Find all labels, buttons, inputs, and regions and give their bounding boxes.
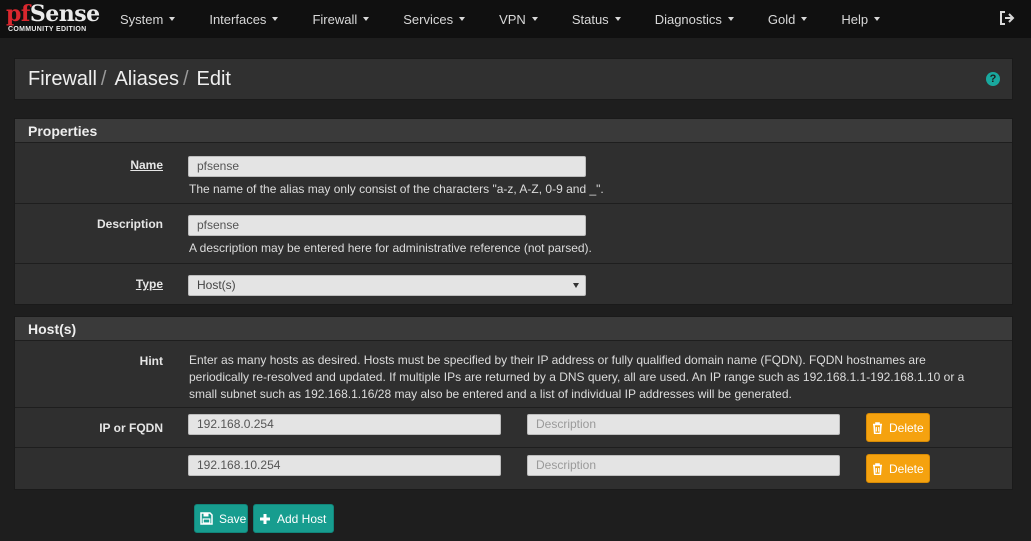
menu-firewall-label: Firewall [312,11,358,27]
menu-diagnostics[interactable]: Diagnostics [655,12,734,27]
properties-panel: Properties Name pfsense The name of the … [14,118,1013,305]
description-label: Description [96,217,163,231]
type-select-value: Host(s) [197,278,236,292]
floppy-icon [200,512,213,525]
properties-heading: Properties [15,119,1012,143]
menu-system-label: System [120,11,164,27]
menu-gold-label: Gold [767,11,796,27]
trash-icon [873,462,882,475]
delete-label: Delete [889,461,924,476]
description-row: Description pfsense A description may be… [15,204,1012,264]
menu-services-label: Services [403,11,454,27]
host-address-input[interactable]: 192.168.10.254 [188,455,501,476]
name-row: Name pfsense The name of the alias may o… [15,144,1012,204]
host-description-input[interactable]: Description [527,455,840,476]
breadcrumb-edit: Edit [196,68,231,90]
chevron-down-icon [573,283,579,288]
hint-row: Hint Enter as many hosts as desired. Hos… [15,342,1012,408]
plus-icon [260,513,270,524]
chevron-down-icon [169,17,176,21]
menu-firewall[interactable]: Firewall [312,11,370,27]
menu-vpn[interactable]: VPN [499,12,538,27]
host-description-input[interactable]: Description [527,414,840,435]
chevron-down-icon [727,17,734,21]
menu-status-label: Status [571,11,609,27]
chevron-down-icon [614,17,621,21]
menu-services[interactable]: Services [403,11,466,27]
name-help-text: The name of the alias may only consist o… [189,182,604,196]
pfsense-logo[interactable]: pfSense COMMUNITY EDITION [6,1,106,35]
hosts-panel: Host(s) Hint Enter as many hosts as desi… [14,316,1013,490]
menu-help-label: Help [841,11,869,27]
logout-icon[interactable] [999,11,1015,25]
chevron-down-icon [874,17,881,21]
save-button[interactable]: Save [194,504,248,533]
trash-icon [873,421,882,434]
host-row: 192.168.10.254 Description Delete [15,448,1012,489]
ip-fqdn-label: IP or FQDN [99,421,163,435]
description-field[interactable]: pfsense [188,215,586,236]
menu-help[interactable]: Help [841,11,881,27]
menu-gold[interactable]: Gold [767,11,808,27]
chevron-down-icon [272,17,279,21]
main-menu: System Interfaces Firewall Services VPN … [120,0,881,38]
add-host-label: Add Host [277,511,327,526]
add-host-button[interactable]: Add Host [253,504,334,533]
delete-label: Delete [889,420,924,435]
breadcrumb-separator: / [182,68,189,90]
menu-interfaces[interactable]: Interfaces [209,11,279,27]
question-icon[interactable]: ? [986,72,1000,86]
hint-label: Hint [139,354,163,368]
host-address-input[interactable]: 192.168.0.254 [188,414,501,435]
breadcrumb: Firewall / Aliases / Edit [28,68,231,91]
description-help-text: A description may be entered here for ad… [189,241,592,255]
chevron-down-icon [531,17,538,21]
save-label: Save [219,511,247,526]
menu-interfaces-label: Interfaces [209,11,267,27]
hosts-heading: Host(s) [15,317,1012,341]
logo-wordmark: pfSense [6,1,100,27]
menu-system[interactable]: System [120,11,176,27]
host-row: IP or FQDN 192.168.0.254 Description Del… [15,408,1012,448]
type-row: Type Host(s) [15,264,1012,304]
top-navbar: pfSense COMMUNITY EDITION System Interfa… [0,0,1031,38]
chevron-down-icon [363,17,370,21]
menu-diagnostics-label: Diagnostics [654,11,722,27]
name-label: Name [130,158,163,172]
breadcrumb-firewall[interactable]: Firewall [28,68,97,91]
logo-subtitle: COMMUNITY EDITION [8,26,87,33]
type-label: Type [135,277,163,291]
breadcrumb-aliases[interactable]: Aliases [114,68,178,91]
chevron-down-icon [459,17,466,21]
name-field[interactable]: pfsense [188,156,586,177]
delete-host-button[interactable]: Delete [866,413,930,442]
breadcrumb-separator: / [100,68,107,90]
hint-text: Enter as many hosts as desired. Hosts mu… [189,353,965,401]
menu-status[interactable]: Status [572,12,621,27]
chevron-down-icon [801,17,808,21]
delete-host-button[interactable]: Delete [866,454,930,483]
page-header: Firewall / Aliases / Edit ? [14,58,1013,100]
type-select[interactable]: Host(s) [188,275,586,296]
menu-vpn-label: VPN [499,11,526,27]
